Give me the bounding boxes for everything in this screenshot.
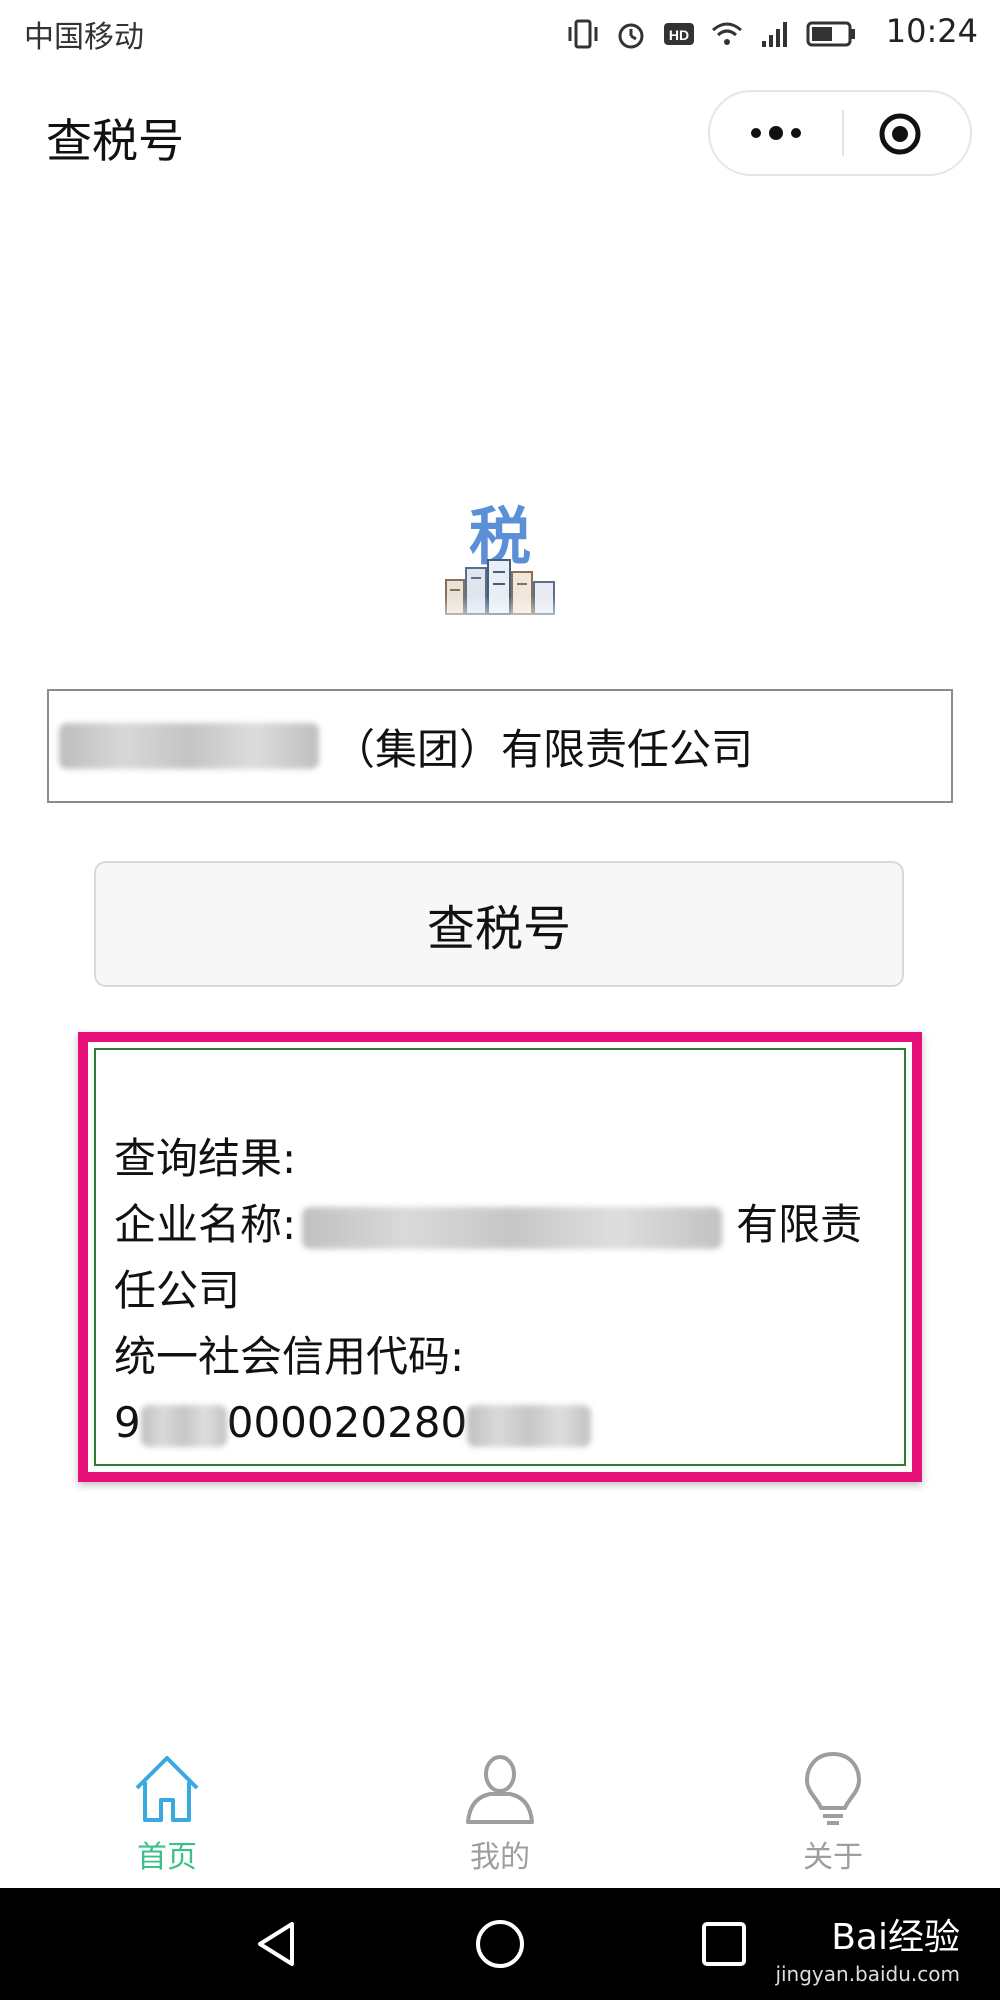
back-icon[interactable]: [248, 1916, 304, 1972]
baidu-jingyan-watermark: Bai经验 jingyan.baidu.com: [775, 1908, 960, 1986]
credit-code-line: 9 000020280: [114, 1390, 904, 1456]
lightbulb-icon: [805, 1752, 861, 1825]
redacted-company-name: [302, 1206, 723, 1249]
result-company-line: 企业名称: 有限责: [114, 1192, 904, 1258]
credit-code-prefix: 9: [114, 1398, 141, 1447]
home-icon: [135, 1756, 199, 1822]
vibrate-icon: [568, 19, 598, 49]
company-name-suffix: 有限责: [736, 1200, 863, 1249]
menu-capsule: [708, 90, 972, 176]
watermark-brand: Bai经验: [831, 1917, 960, 1958]
system-nav-bar: Bai经验 jingyan.baidu.com: [0, 1888, 1000, 2000]
tax-logo-icon: 税: [438, 500, 562, 630]
status-bar: 中国移动 HD 10:24: [0, 0, 1000, 70]
redacted-code-part: [140, 1404, 227, 1447]
company-name-value: （集团）有限责任公司: [333, 724, 754, 774]
user-icon: [466, 1755, 534, 1824]
credit-code-label: 统一社会信用代码:: [114, 1332, 465, 1381]
tab-home-label: 首页: [137, 1840, 197, 1875]
result-text: 查询结果: 企业名称: 有限责 任公司 统一社会信用代码: 9 000020280: [114, 1126, 904, 1456]
company-name-label: 企业名称:: [114, 1200, 297, 1249]
svg-text:HD: HD: [669, 27, 689, 43]
tab-home[interactable]: 首页: [67, 1750, 267, 1880]
clock: 10:24: [885, 12, 978, 50]
page-title: 查税号: [46, 114, 184, 168]
redacted-code-tail: [467, 1404, 592, 1447]
query-tax-button[interactable]: 查税号: [94, 861, 904, 987]
recent-apps-icon[interactable]: [696, 1916, 752, 1972]
company-name-input[interactable]: （集团）有限责任公司: [47, 689, 953, 803]
hd-icon: HD: [664, 23, 694, 45]
home-button-icon[interactable]: [472, 1916, 528, 1972]
redacted-text: [59, 723, 319, 769]
capsule-divider: [842, 110, 844, 156]
close-miniprogram-icon[interactable]: [878, 112, 922, 156]
more-icon[interactable]: [746, 118, 806, 148]
watermark-url: jingyan.baidu.com: [775, 1962, 960, 1986]
wifi-icon: [712, 22, 742, 45]
tab-mine-label: 我的: [470, 1840, 530, 1875]
company-name-continuation: 任公司: [114, 1266, 241, 1315]
battery-icon: [806, 21, 855, 47]
signal-icon: [762, 22, 787, 47]
credit-code-middle: 000020280: [226, 1398, 468, 1447]
tab-mine[interactable]: 我的: [400, 1750, 600, 1880]
carrier-name: 中国移动: [24, 20, 144, 55]
result-highlight-frame: 查询结果: 企业名称: 有限责 任公司 统一社会信用代码: 9 000020280: [78, 1032, 922, 1482]
tab-about-label: 关于: [803, 1840, 863, 1875]
tab-about[interactable]: 关于: [733, 1750, 933, 1880]
alarm-icon: [618, 23, 644, 49]
result-panel: 查询结果: 企业名称: 有限责 任公司 统一社会信用代码: 9 000020280: [94, 1048, 906, 1466]
status-icons: HD: [566, 14, 858, 54]
result-heading: 查询结果:: [114, 1134, 297, 1183]
